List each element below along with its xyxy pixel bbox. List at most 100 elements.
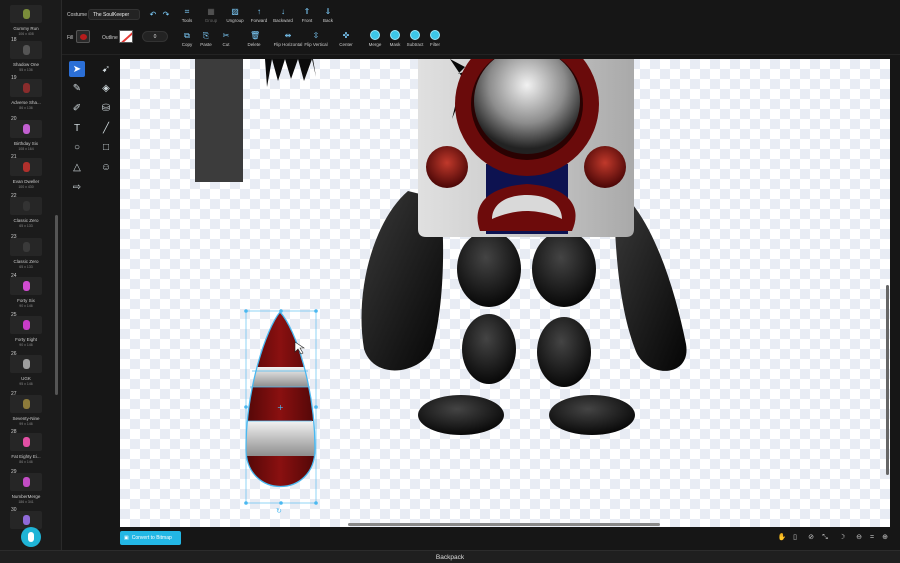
forward-button[interactable]: ↑ Forward: [247, 6, 271, 26]
costume-thumbnail: [10, 511, 42, 529]
outline-label: Outline: [102, 35, 118, 41]
costume-size: 90 x 146: [19, 304, 33, 308]
delete-button[interactable]: 🗑 Delete: [242, 30, 266, 50]
triangle-tool[interactable]: △: [69, 159, 85, 175]
costume-tile[interactable]: 22 Classic Zero 65 x 133: [8, 192, 44, 238]
flip-horizontal-button[interactable]: ⇹ Flip Horizontal: [274, 30, 303, 50]
sticker-tool[interactable]: ☺: [98, 159, 114, 175]
reshape-tool[interactable]: ➹: [98, 61, 114, 77]
canvas-horizontal-scrollbar[interactable]: [348, 523, 660, 526]
grid-icon[interactable]: ⊘: [806, 533, 816, 543]
costume-name: Birthday Six: [13, 141, 38, 146]
costume-size: 95 x 146: [19, 382, 33, 386]
canvas-vertical-scrollbar[interactable]: [886, 285, 889, 475]
rectangle-tool[interactable]: □: [98, 139, 114, 155]
costume-thumbnail: [10, 158, 42, 176]
left-foot-shape[interactable]: [418, 395, 504, 435]
paste-icon: ⎘: [202, 31, 210, 40]
costume-preview: [22, 320, 30, 330]
convert-label: Convert to Bitmap: [131, 535, 172, 541]
outline-color-swatch[interactable]: [119, 30, 133, 43]
right-foot-shape[interactable]: [549, 395, 635, 435]
right-cheek-shape[interactable]: [584, 146, 626, 188]
costume-name: UGK: [21, 376, 31, 381]
dark-mode-icon[interactable]: ☽: [837, 533, 847, 543]
left-thigh-shape[interactable]: [457, 231, 521, 307]
costume-name: Classic Zero: [13, 218, 39, 223]
filter-button[interactable]: Filter: [423, 30, 447, 50]
ellipse-tool[interactable]: ○: [69, 139, 85, 155]
button-label: Filter: [430, 42, 440, 47]
mask-icon: [390, 30, 400, 40]
costume-label: Costume: [67, 12, 88, 18]
flip-vertical-button[interactable]: ⇳ Flip Vertical: [304, 30, 328, 50]
group-button[interactable]: ▦ Group: [199, 6, 223, 26]
costume-name: Evan Dweller: [12, 179, 40, 184]
left-shin-shape[interactable]: [462, 314, 516, 384]
fill-bucket-tool[interactable]: ⛁: [98, 100, 114, 116]
center-icon: ✜: [342, 31, 350, 40]
costume-list[interactable]: Gummy Run 106 x 408 18 Shadow One 55 x 136 19…: [0, 0, 62, 550]
svg-text:↻: ↻: [276, 507, 282, 515]
line-tool[interactable]: ╱: [98, 120, 114, 136]
back-button[interactable]: ⇓ Back: [316, 6, 340, 26]
costume-name: Forty Six: [17, 298, 35, 303]
right-thigh-shape[interactable]: [532, 231, 596, 307]
costume-thumbnail: [10, 5, 42, 23]
costume-preview: [22, 162, 30, 172]
text-tool[interactable]: T: [69, 120, 85, 136]
costume-size: 99 x 146: [19, 422, 33, 426]
paint-new-costume-button[interactable]: [21, 527, 41, 547]
tools-button[interactable]: ⌗ Tools: [175, 6, 199, 26]
costume-thumbnail: [10, 395, 42, 413]
right-shin-shape[interactable]: [537, 317, 591, 387]
eyedropper-tool[interactable]: ✐: [69, 100, 85, 116]
zoom-in-icon[interactable]: ⊕: [880, 533, 890, 543]
merge-icon: [370, 30, 380, 40]
backpack-label: Backpack: [435, 554, 465, 561]
undo-icon: ↶: [149, 10, 157, 19]
hand-icon[interactable]: ✋: [777, 533, 787, 543]
cut-button[interactable]: ✂ Cut: [214, 30, 238, 50]
costume-name-input[interactable]: [88, 9, 140, 20]
spiky-hair-shape[interactable]: [265, 59, 316, 87]
costume-thumbnail: [10, 197, 42, 215]
snap-icon[interactable]: ⤡: [820, 533, 830, 543]
convert-to-bitmap-button[interactable]: ▣ Convert to Bitmap: [120, 531, 181, 545]
center-button[interactable]: ✜ Center: [334, 30, 358, 50]
left-cheek-shape[interactable]: [426, 146, 468, 188]
costume-name: Adverse Sha...: [11, 100, 41, 105]
backpack-bar[interactable]: Backpack: [0, 550, 900, 563]
costume-name: Shadow One: [12, 62, 40, 67]
costume-preview: [22, 515, 30, 525]
forward-icon: ↑: [257, 7, 261, 16]
arrow-tool[interactable]: ⇨: [69, 179, 85, 195]
undo-button[interactable]: ↶: [147, 9, 159, 29]
ungroup-button[interactable]: ▨ Ungroup: [223, 6, 247, 26]
costume-thumbnail: [10, 120, 42, 138]
bottom-bar: [62, 527, 900, 550]
select-tool[interactable]: ➤: [69, 61, 85, 77]
zoom-reset-icon[interactable]: =: [867, 533, 877, 543]
brush-tool[interactable]: ✎: [69, 80, 85, 96]
grey-bar-shape[interactable]: [195, 59, 243, 182]
outline-width-input[interactable]: [142, 31, 168, 42]
svg-text:+: +: [277, 403, 284, 412]
fill-color-swatch[interactable]: [76, 30, 90, 43]
costume-preview: [22, 242, 30, 252]
costume-list-scrollbar[interactable]: [55, 215, 58, 395]
costume-thumbnail: [10, 473, 42, 491]
costume-thumbnail: [10, 277, 42, 295]
drawing-canvas[interactable]: + ↻: [120, 59, 890, 527]
zoom-out-icon[interactable]: ⊖: [854, 533, 864, 543]
tool-panel: ➤ ➹ ✎ ◈ ✐ ⛁ T ╱ ○ □ △ ☺ ⇨: [62, 55, 120, 550]
costume-preview: [22, 281, 30, 291]
costume-tile[interactable]: 19 Adverse Sha... 86 x 136: [8, 74, 44, 120]
costume-preview: [22, 477, 30, 487]
backward-button[interactable]: ↓ Backward: [271, 6, 295, 26]
eraser-tool[interactable]: ◈: [98, 80, 114, 96]
costume-preview: [22, 201, 30, 211]
pan-icon[interactable]: ▯: [790, 533, 800, 543]
costume-name: Seventy-Nine: [12, 416, 40, 421]
costume-size: 90 x 146: [19, 343, 33, 347]
